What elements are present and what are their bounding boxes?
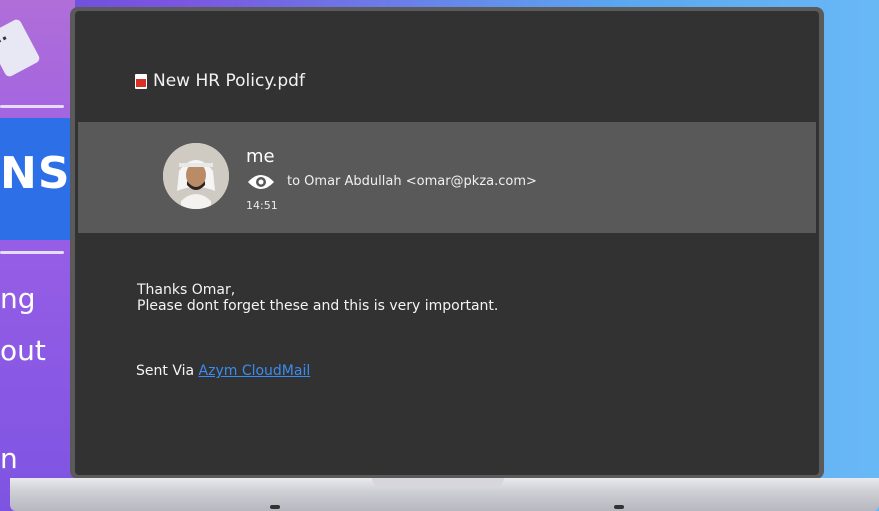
timestamp: 14:51 — [246, 199, 278, 212]
signature: Sent Via Azym CloudMail — [136, 363, 310, 379]
cloudmail-link[interactable]: Azym CloudMail — [199, 363, 311, 379]
divider — [0, 105, 64, 108]
laptop-foot — [270, 505, 280, 509]
message-header: me to Omar Abdullah <omar@pkza.com> 14:5… — [78, 122, 816, 233]
laptop-foot — [614, 505, 624, 509]
promo-word: ng — [0, 282, 36, 315]
sender-name: me — [246, 146, 275, 167]
promo-word: out — [0, 334, 46, 367]
attachment[interactable]: New HR Policy.pdf — [135, 71, 305, 91]
body-line: Thanks Omar, — [137, 282, 236, 298]
promo-background — [0, 0, 75, 511]
eye-icon[interactable] — [246, 172, 276, 192]
promo-word: n — [0, 442, 18, 475]
avatar — [163, 143, 229, 209]
promo-banner-text: NS — [0, 148, 71, 199]
message-body: Thanks Omar, Please dont forget these an… — [137, 282, 498, 314]
email-view: New HR Policy.pdf me to Omar Abdullah <o… — [75, 11, 819, 475]
pdf-icon — [135, 73, 147, 89]
laptop-notch — [372, 478, 504, 488]
body-line: Please dont forget these and this is ver… — [137, 298, 499, 314]
sent-via-label: Sent Via — [136, 363, 199, 379]
recipient-line: to Omar Abdullah <omar@pkza.com> — [287, 174, 537, 189]
divider — [0, 251, 64, 254]
attachment-name: New HR Policy.pdf — [153, 71, 305, 91]
